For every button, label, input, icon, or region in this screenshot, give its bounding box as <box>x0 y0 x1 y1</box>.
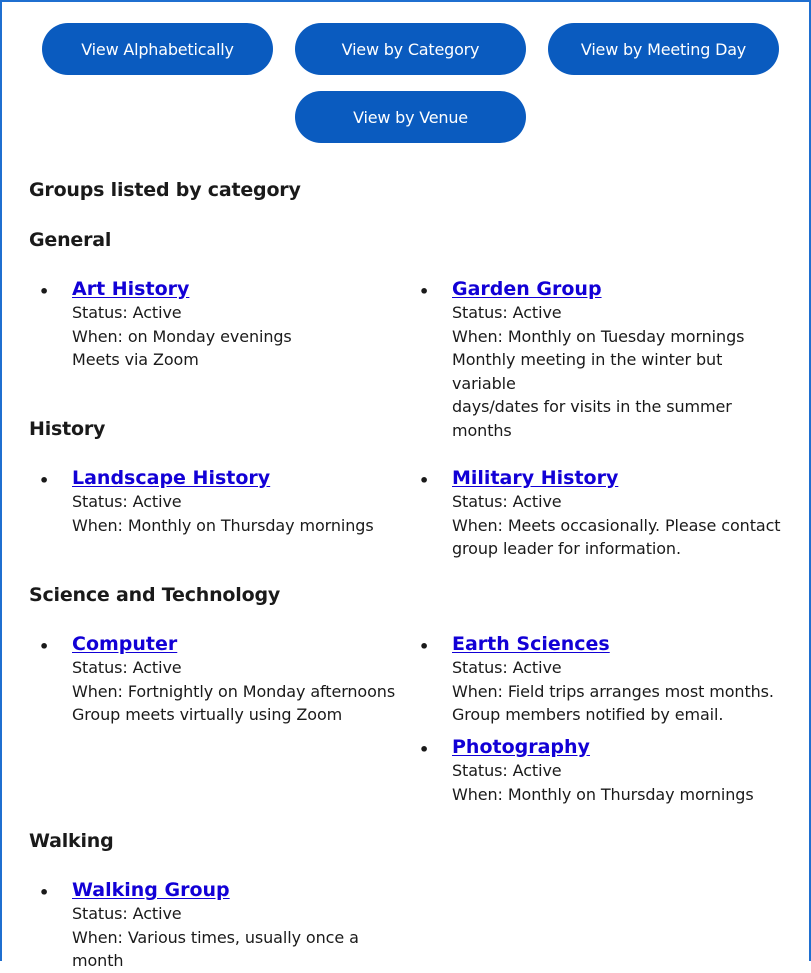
bullet: • <box>419 471 430 490</box>
group-link-photography[interactable]: Photography <box>452 735 789 759</box>
group-status: Status: Active <box>452 492 562 511</box>
category-heading-walking: Walking <box>29 830 114 852</box>
group-status: Status: Active <box>452 303 562 322</box>
group-when: When: on Monday evenings <box>72 326 292 346</box>
group-note: Group meets virtually using Zoom <box>72 705 343 724</box>
list-item-photography: • Photography Status: Active When: Month… <box>419 735 789 806</box>
group-note: group leader for information. <box>452 539 681 558</box>
group-link-art-history[interactable]: Art History <box>72 277 409 301</box>
category-heading-science-and-technology: Science and Technology <box>29 584 281 606</box>
group-status: Status: Active <box>452 658 562 677</box>
list-item-earth-sciences: • Earth Sciences Status: Active When: Fi… <box>419 632 789 727</box>
group-link-garden-group[interactable]: Garden Group <box>452 277 789 301</box>
group-when: When: Monthly on Tuesday mornings <box>452 326 745 346</box>
group-when: When: Monthly on Thursday mornings <box>72 515 374 535</box>
group-status: Status: Active <box>72 904 182 923</box>
group-when: When: Fortnightly on Monday afternoons <box>72 681 396 701</box>
group-note: days/dates for visits in the summer mont… <box>452 397 732 440</box>
bullet: • <box>39 282 50 301</box>
group-link-computer[interactable]: Computer <box>72 632 409 656</box>
group-link-earth-sciences[interactable]: Earth Sciences <box>452 632 789 656</box>
view-by-venue-button[interactable]: View by Venue <box>295 91 526 143</box>
group-status: Status: Active <box>72 303 182 322</box>
group-when: When: Meets occasionally. Please contact <box>452 515 781 535</box>
category-heading-general: General <box>29 229 112 251</box>
group-status: Status: Active <box>72 658 182 677</box>
bullet: • <box>39 471 50 490</box>
bullet: • <box>39 637 50 656</box>
view-alphabetically-button[interactable]: View Alphabetically <box>42 23 273 75</box>
group-when: When: Various times, usually once a mont… <box>72 927 359 971</box>
group-note: Monthly meeting in the winter but variab… <box>452 350 723 393</box>
group-link-walking-group[interactable]: Walking Group <box>72 878 409 902</box>
group-status: Status: Active <box>72 492 182 511</box>
list-item-landscape-history: • Landscape History Status: Active When:… <box>39 466 409 537</box>
list-item-art-history: • Art History Status: Active When: on Mo… <box>39 277 409 372</box>
bullet: • <box>419 282 430 301</box>
list-item-military-history: • Military History Status: Active When: … <box>419 466 789 561</box>
bullet: • <box>419 637 430 656</box>
group-note: Meets via Zoom <box>72 350 199 369</box>
group-link-military-history[interactable]: Military History <box>452 466 789 490</box>
bullet: • <box>419 740 430 759</box>
list-item-computer: • Computer Status: Active When: Fortnigh… <box>39 632 409 727</box>
group-status: Status: Active <box>452 761 562 780</box>
group-when: When: Field trips arranges most months. <box>452 681 774 701</box>
group-note: Group members notified by email. <box>452 705 724 724</box>
view-by-category-button[interactable]: View by Category <box>295 23 526 75</box>
list-item-garden-group: • Garden Group Status: Active When: Mont… <box>419 277 789 442</box>
bullet: • <box>39 883 50 902</box>
view-by-meeting-day-button[interactable]: View by Meeting Day <box>548 23 779 75</box>
category-heading-history: History <box>29 418 106 440</box>
group-when: When: Monthly on Thursday mornings <box>452 784 754 804</box>
page-heading: Groups listed by category <box>29 179 301 201</box>
group-link-landscape-history[interactable]: Landscape History <box>72 466 409 490</box>
list-item-walking-group: • Walking Group Status: Active When: Var… <box>39 878 409 973</box>
page-frame: View Alphabetically View by Category Vie… <box>0 0 811 970</box>
